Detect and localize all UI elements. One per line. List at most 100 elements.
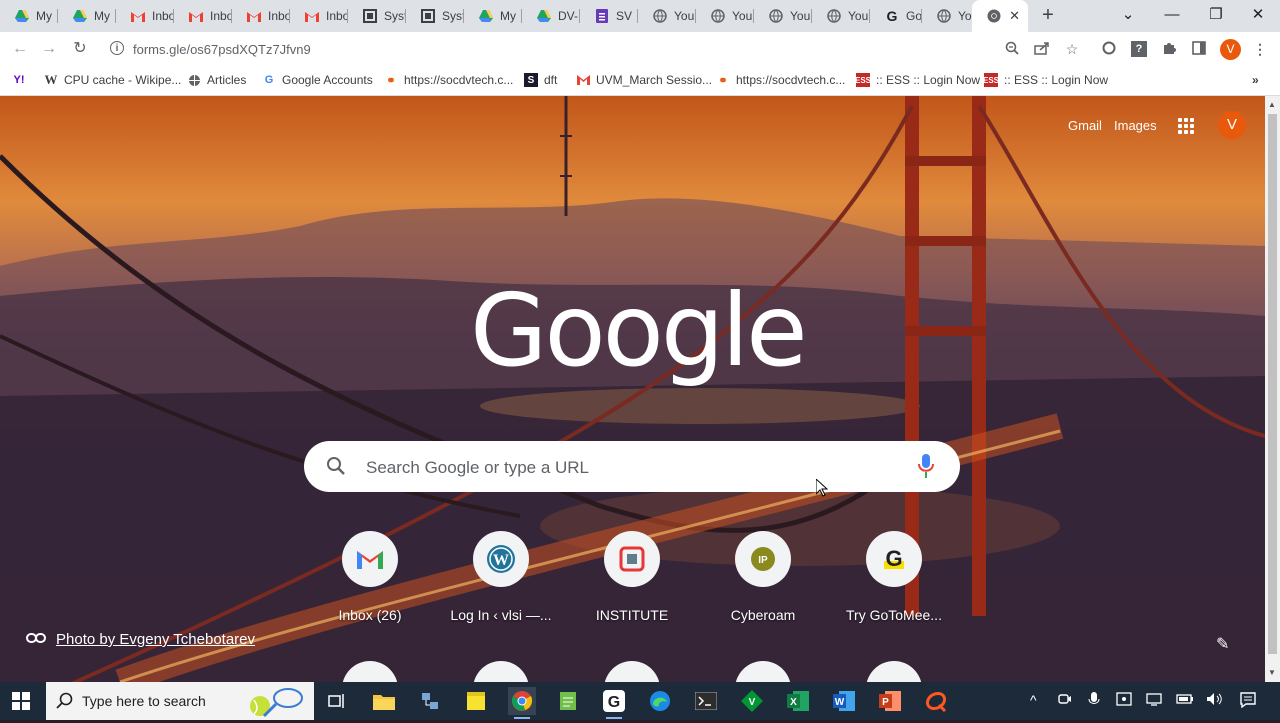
browser-tab[interactable]: You [696,0,754,32]
edge-icon[interactable] [646,687,674,715]
shortcut-tile[interactable]: W Log In ‹ vlsi —... [445,529,557,629]
taskbar-search-box[interactable]: Type here to search [46,682,314,720]
network-tray-icon[interactable] [1146,692,1162,709]
scroll-up-icon[interactable]: ▲ [1268,100,1276,109]
notepad-icon[interactable] [554,687,582,715]
browser-tab[interactable]: Syst [348,0,406,32]
volume-icon[interactable] [1206,692,1224,709]
tab-search-button[interactable]: ⌄ [1106,0,1150,32]
scrollbar-thumb[interactable] [1268,114,1277,654]
file-explorer-icon[interactable] [370,687,398,715]
terminal-icon[interactable] [692,687,720,715]
scroll-down-icon[interactable]: ▼ [1268,668,1276,677]
restore-button[interactable]: ❐ [1194,0,1238,32]
network-icon[interactable] [416,687,444,715]
g-app-icon[interactable]: G [600,687,628,719]
search-input[interactable] [364,454,908,482]
system-tray-icon[interactable] [1116,692,1132,709]
wikipedia-icon: W [44,72,58,87]
photo-credit-text[interactable]: Photo by Evgeny Tchebotarev [56,631,255,648]
minimize-button[interactable]: — [1150,0,1194,32]
google-g-icon: G [886,8,898,24]
bookmark-item[interactable]: ⚭ https://socdvtech.c... [716,72,845,88]
site-info-icon[interactable]: i [110,41,124,55]
browser-tab[interactable]: Inbo [174,0,232,32]
forward-button[interactable]: → [38,38,60,60]
bookmark-item[interactable]: Sdft [524,72,557,88]
svg-text:IP: IP [758,555,768,566]
chrome-icon[interactable] [508,687,536,719]
bookmark-item[interactable]: W CPU cache - Wikipe... [44,72,182,88]
reload-button[interactable]: ↻ [69,38,91,60]
bookmark-item[interactable]: G Google Accounts [262,72,373,88]
profile-avatar[interactable]: V [1220,39,1241,60]
q-app-icon[interactable] [922,687,950,715]
customize-pencil-icon[interactable]: ✎ [1216,634,1229,654]
browser-tab[interactable]: DV- [522,0,580,32]
bookmark-star-icon[interactable]: ☆ [1064,41,1080,57]
bookmark-item[interactable]: ⚭ https://socdvtech.c... [384,72,513,88]
bookmark-item[interactable]: Articles [187,72,246,88]
browser-tab[interactable]: My [0,0,58,32]
bookmarks-overflow-icon[interactable]: » [1252,72,1259,88]
browser-tab[interactable]: You [754,0,812,32]
back-button[interactable]: ← [9,38,31,60]
meet-now-icon[interactable] [1058,692,1072,709]
sticky-notes-icon[interactable] [462,687,490,715]
browser-tab[interactable]: My [464,0,522,32]
shortcut-tile[interactable]: Inbox (26) [314,529,426,629]
ess-icon: ESS [983,73,999,87]
gmail-link[interactable]: Gmail [1068,118,1102,133]
shortcut-tile[interactable]: G Try GoToMee... [838,529,950,629]
browser-tab[interactable]: Inbo [116,0,174,32]
address-url[interactable]: forms.gle/os67psdXQTz7Jfvn9 [133,42,311,57]
menu-icon[interactable]: ⋮ [1252,41,1268,57]
browser-tab[interactable]: You [812,0,870,32]
help-extension-icon[interactable]: ? [1131,41,1147,57]
browser-tab[interactable]: You [638,0,696,32]
browser-toolbar: ← → ↻ i forms.gle/os67psdXQTz7Jfvn9 ☆ ? … [0,32,1280,66]
extension-icon[interactable] [1101,41,1117,57]
browser-tab[interactable]: Inbo [290,0,348,32]
google-apps-icon[interactable] [1178,118,1196,136]
microphone-icon[interactable] [1088,692,1100,711]
browser-tab[interactable]: Inbo [232,0,290,32]
close-window-button[interactable]: ✕ [1236,0,1280,32]
zoom-icon[interactable] [1004,41,1020,57]
browser-tab[interactable]: My [58,0,116,32]
page-scrollbar[interactable]: ▲ ▼ [1265,96,1280,682]
images-link[interactable]: Images [1114,118,1157,133]
notifications-icon[interactable] [1240,692,1256,711]
browser-tab[interactable]: You [922,0,972,32]
bookmark-item[interactable]: ESS:: ESS :: Login Now [855,72,980,88]
photo-credit[interactable]: Photo by Evgeny Tchebotarev [26,631,255,648]
shortcut-tile[interactable]: INSTITUTE [576,529,688,629]
browser-tab[interactable]: Syst [406,0,464,32]
word-icon[interactable]: W [830,687,858,715]
side-panel-icon[interactable] [1191,41,1207,57]
new-tab-button[interactable]: + [1036,4,1060,28]
powerpoint-icon[interactable]: P [876,687,904,715]
browser-tab[interactable]: GGoT [870,0,922,32]
ntp-profile-avatar[interactable]: V [1218,111,1246,139]
close-tab-icon[interactable]: ✕ [1009,8,1020,24]
active-tab[interactable]: ✕ [972,0,1028,32]
excel-icon[interactable]: X [784,687,812,715]
vim-icon[interactable]: V [738,687,766,715]
share-icon[interactable] [1034,41,1050,57]
address-bar[interactable]: i forms.gle/os67psdXQTz7Jfvn9 [104,35,1094,63]
search-box[interactable] [304,441,960,492]
puzzle-icon[interactable] [1161,41,1177,57]
shortcut-tile[interactable]: IP Cyberoam [707,529,819,629]
battery-icon[interactable] [1176,692,1194,708]
bookmark-item[interactable]: ESS:: ESS :: Login Now [983,72,1108,88]
s-icon: S [524,73,538,87]
browser-tab[interactable]: SV [580,0,638,32]
bookmark-yahoo[interactable]: Y! [12,72,32,88]
windows-start-icon[interactable] [12,692,30,710]
tray-overflow-icon[interactable]: ^ [1030,692,1037,708]
task-view-icon[interactable] [323,687,351,715]
voice-search-icon[interactable] [918,454,934,483]
forms-icon [594,8,610,24]
bookmark-item[interactable]: UVM_March Sessio... [576,72,712,88]
